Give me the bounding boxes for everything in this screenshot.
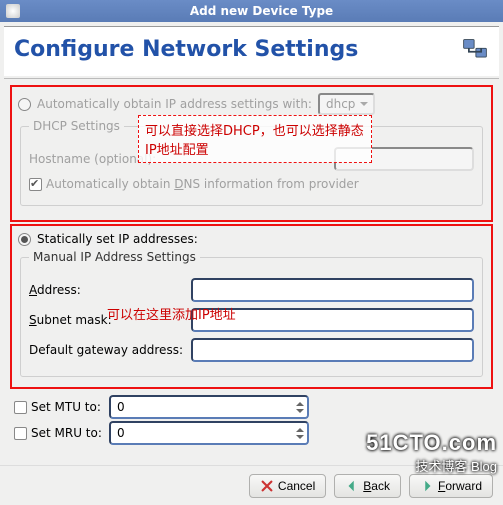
- auto-dns-label-pre: Automatically obtain: [46, 177, 174, 191]
- back-post: ack: [371, 479, 390, 493]
- subnet-label-post: ubnet mask:: [37, 313, 112, 327]
- static-radio-row: Statically set IP addresses:: [18, 232, 485, 246]
- button-bar: Cancel Back Forward: [0, 465, 503, 505]
- back-icon: [345, 479, 359, 493]
- mru-value: 0: [113, 426, 305, 440]
- manual-ip-legend: Manual IP Address Settings: [29, 250, 200, 264]
- hostname-input[interactable]: [334, 147, 474, 171]
- auto-radio-label: Automatically obtain IP address settings…: [37, 97, 312, 111]
- mtu-arrows[interactable]: [296, 398, 304, 417]
- subnet-input[interactable]: [191, 308, 474, 332]
- network-icon: [461, 36, 489, 64]
- address-label: Address:: [29, 283, 187, 297]
- window-title: Add new Device Type: [26, 4, 497, 18]
- auto-radio[interactable]: [18, 98, 31, 111]
- titlebar: Add new Device Type: [0, 0, 503, 22]
- auto-dns-label-u: D: [174, 177, 183, 191]
- app-icon: [6, 4, 20, 18]
- address-input[interactable]: [191, 278, 474, 302]
- forward-button[interactable]: Forward: [409, 474, 493, 498]
- client-area: Configure Network Settings Automatically…: [0, 22, 503, 505]
- dhcp-settings-fieldset: DHCP Settings Hostname (optional): Autom…: [20, 119, 483, 206]
- address-label-post: ddress:: [37, 283, 81, 297]
- gateway-input[interactable]: [191, 338, 474, 362]
- mtu-spinner[interactable]: 0: [109, 395, 309, 419]
- subnet-label: Subnet mask:: [29, 313, 187, 327]
- auto-dns-label-post: NS information from provider: [184, 177, 359, 191]
- mru-checkbox[interactable]: [14, 427, 27, 440]
- back-button[interactable]: Back: [334, 474, 401, 498]
- mtu-value: 0: [113, 400, 305, 414]
- mtu-label: Set MTU to:: [31, 400, 105, 414]
- auto-dns-checkbox[interactable]: [29, 178, 42, 191]
- mru-label: Set MRU to:: [31, 426, 105, 440]
- address-label-u: A: [29, 283, 37, 297]
- static-radio-label: Statically set IP addresses:: [37, 232, 198, 246]
- back-button-label: Back: [363, 479, 390, 493]
- mru-spinner[interactable]: 0: [109, 421, 309, 445]
- dhcp-legend: DHCP Settings: [29, 119, 124, 133]
- hostname-label: Hostname (optional):: [29, 152, 156, 166]
- auto-config-section: Automatically obtain IP address settings…: [10, 85, 493, 222]
- cancel-button-label: Cancel: [278, 479, 315, 493]
- subnet-label-u: S: [29, 313, 37, 327]
- auto-dns-label: Automatically obtain DNS information fro…: [46, 177, 359, 191]
- page-header: Configure Network Settings: [4, 26, 499, 76]
- static-config-section: Statically set IP addresses: Manual IP A…: [10, 224, 493, 389]
- form-area: Automatically obtain IP address settings…: [4, 78, 499, 465]
- gateway-label: Default gateway address:: [29, 343, 187, 357]
- page-title: Configure Network Settings: [14, 37, 461, 62]
- fwd-post: orward: [445, 479, 482, 493]
- mtu-checkbox[interactable]: [14, 401, 27, 414]
- forward-button-label: Forward: [438, 479, 482, 493]
- proto-combo[interactable]: dhcp: [318, 93, 375, 115]
- cancel-button[interactable]: Cancel: [249, 474, 326, 498]
- manual-ip-fieldset: Manual IP Address Settings Address: Subn…: [20, 250, 483, 377]
- auto-radio-row: Automatically obtain IP address settings…: [18, 93, 485, 115]
- static-radio[interactable]: [18, 233, 31, 246]
- forward-icon: [420, 479, 434, 493]
- proto-combo-value: dhcp: [326, 97, 355, 111]
- cancel-icon: [260, 479, 274, 493]
- mru-arrows[interactable]: [296, 424, 304, 443]
